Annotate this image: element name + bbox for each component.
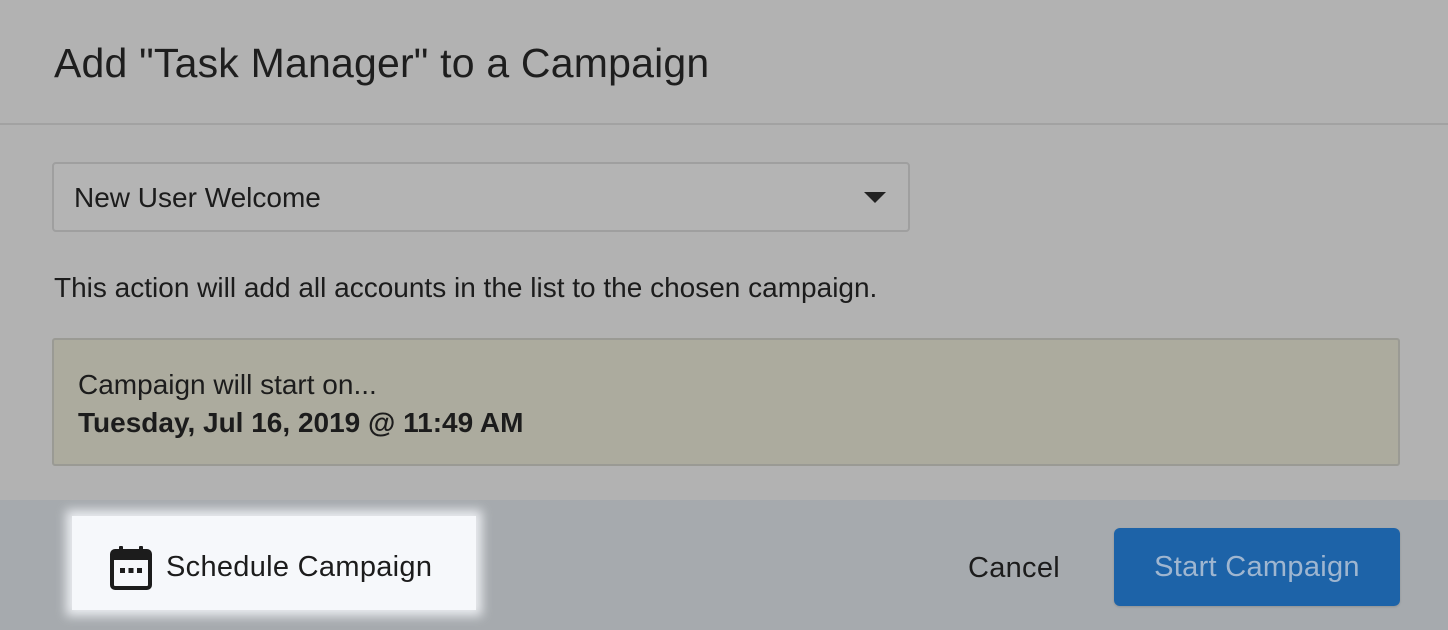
schedule-campaign-label: Schedule Campaign <box>166 551 433 583</box>
start-campaign-button[interactable]: Start Campaign <box>1114 528 1400 606</box>
cancel-button[interactable]: Cancel <box>946 530 1082 606</box>
caret-down-icon <box>864 192 886 203</box>
start-info-datetime: Tuesday, Jul 16, 2019 @ 11:49 AM <box>78 407 524 438</box>
campaign-select-value: New User Welcome <box>74 182 321 213</box>
campaign-start-info: Campaign will start on... Tuesday, Jul 1… <box>52 338 1400 466</box>
schedule-campaign-button[interactable]: Schedule Campaign <box>72 516 476 610</box>
action-description: This action will add all accounts in the… <box>54 272 878 303</box>
dialog-header: Add "Task Manager" to a Campaign <box>0 0 1448 125</box>
calendar-icon <box>110 546 152 590</box>
start-info-label: Campaign will start on... <box>78 369 377 400</box>
add-to-campaign-dialog: Add "Task Manager" to a Campaign New Use… <box>0 0 1448 630</box>
dialog-title: Add "Task Manager" to a Campaign <box>54 40 710 86</box>
campaign-select[interactable]: New User Welcome <box>52 162 910 232</box>
dialog-footer: Schedule Campaign Cancel Start Campaign <box>0 500 1448 630</box>
